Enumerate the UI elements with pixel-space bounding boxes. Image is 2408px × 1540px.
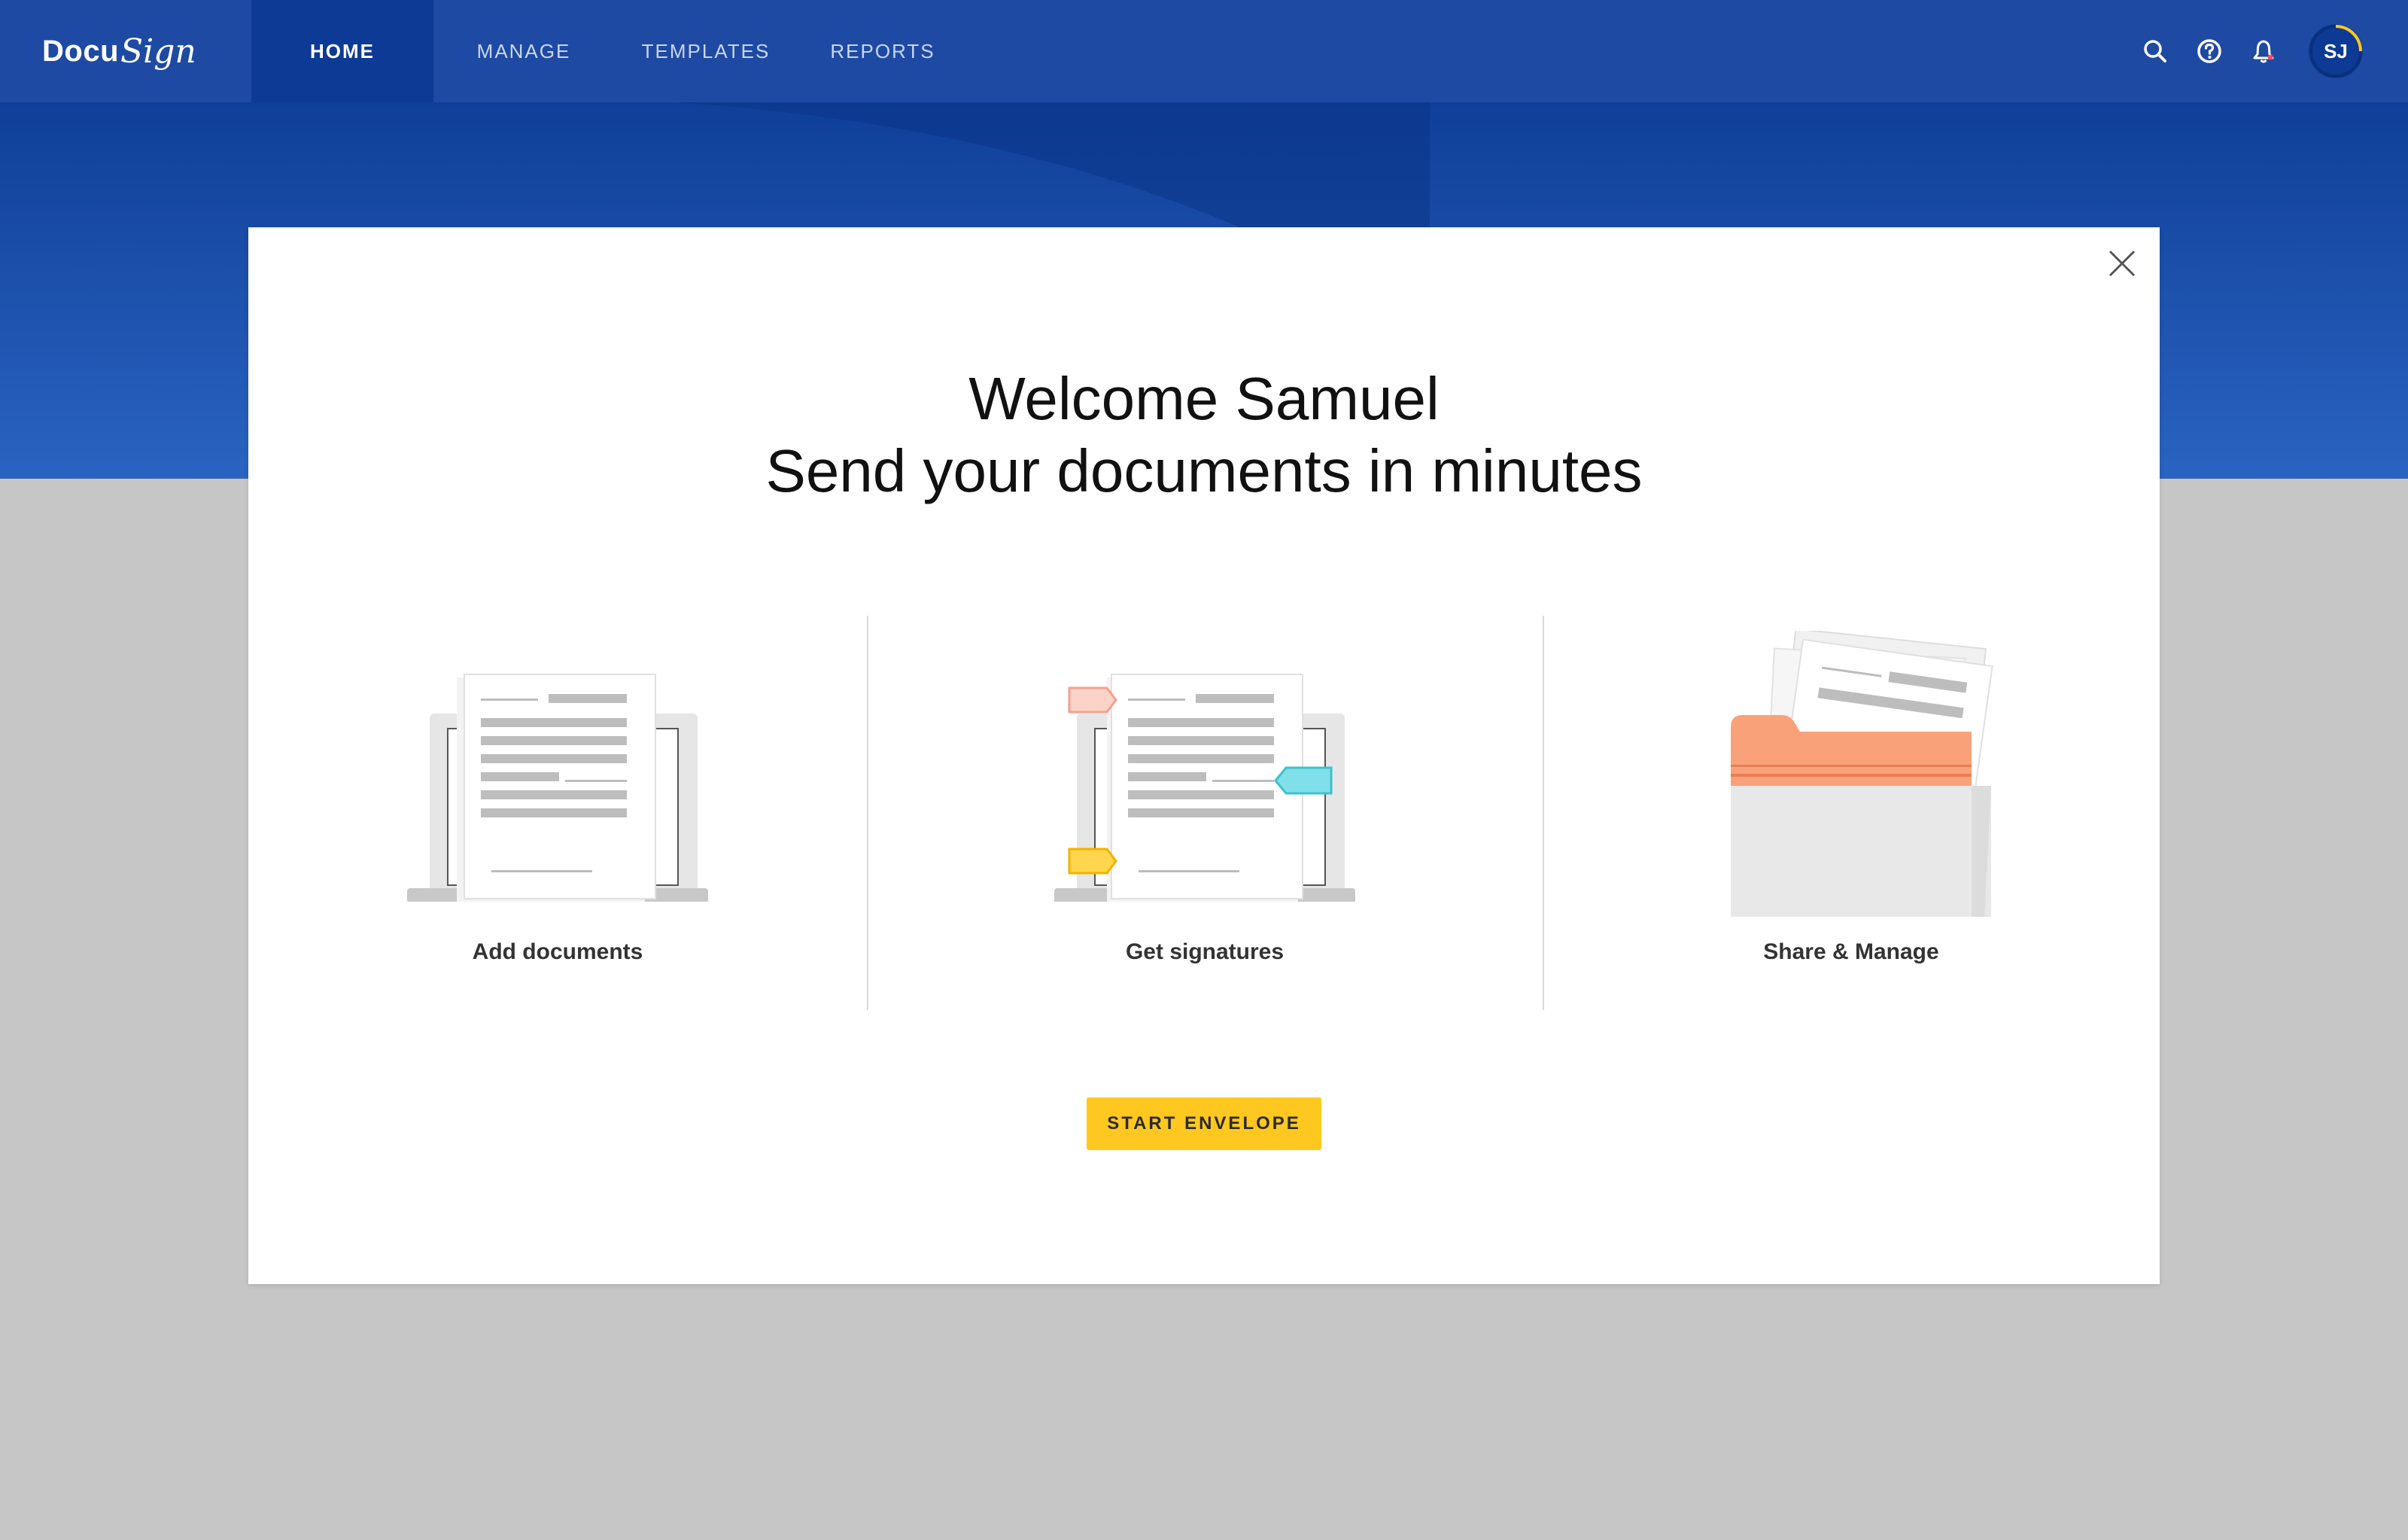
feature-label-add-documents: Add documents — [472, 939, 643, 964]
feature-share-manage: Share & Manage — [1543, 616, 2160, 1010]
feature-label-get-signatures: Get signatures — [1125, 939, 1285, 964]
logo-sign-text: Sign — [120, 32, 196, 71]
user-initials: SJ — [2324, 39, 2348, 62]
logo-docu-text: Docu — [42, 34, 119, 68]
search-icon[interactable] — [2140, 36, 2170, 66]
nav-actions: SJ — [2116, 0, 2408, 102]
tab-manage[interactable]: MANAGE — [433, 0, 614, 102]
user-avatar[interactable]: SJ — [2309, 24, 2363, 78]
welcome-modal: Welcome Samuel Send your documents in mi… — [248, 227, 2160, 1284]
help-icon[interactable] — [2194, 36, 2224, 66]
feature-label-share-manage: Share & Manage — [1763, 939, 1939, 964]
bell-icon[interactable] — [2248, 36, 2279, 66]
feature-add-documents: Add documents — [248, 616, 867, 1010]
feature-get-signatures: Get signatures — [867, 616, 1543, 1010]
top-navigation: Docu Sign HOME MANAGE TEMPLATES REPORTS — [0, 0, 2408, 102]
welcome-subtitle: Send your documents in minutes — [765, 437, 1643, 504]
tab-templates[interactable]: TEMPLATES — [614, 0, 798, 102]
docusign-logo[interactable]: Docu Sign — [0, 0, 251, 102]
welcome-title: Welcome Samuel — [968, 365, 1440, 432]
feature-list: Add documents Get signatures Share & Man… — [248, 616, 2160, 1010]
tab-home[interactable]: HOME — [251, 0, 433, 102]
tab-reports[interactable]: REPORTS — [798, 0, 968, 102]
close-icon[interactable] — [2105, 247, 2139, 280]
folder-documents-illustration — [1693, 628, 2009, 933]
laptop-signature-tags-illustration — [1047, 631, 1363, 905]
welcome-heading: Welcome Samuel Send your documents in mi… — [248, 363, 2160, 507]
start-envelope-button[interactable]: START ENVELOPE — [1087, 1097, 1321, 1150]
laptop-document-illustration — [407, 631, 708, 905]
